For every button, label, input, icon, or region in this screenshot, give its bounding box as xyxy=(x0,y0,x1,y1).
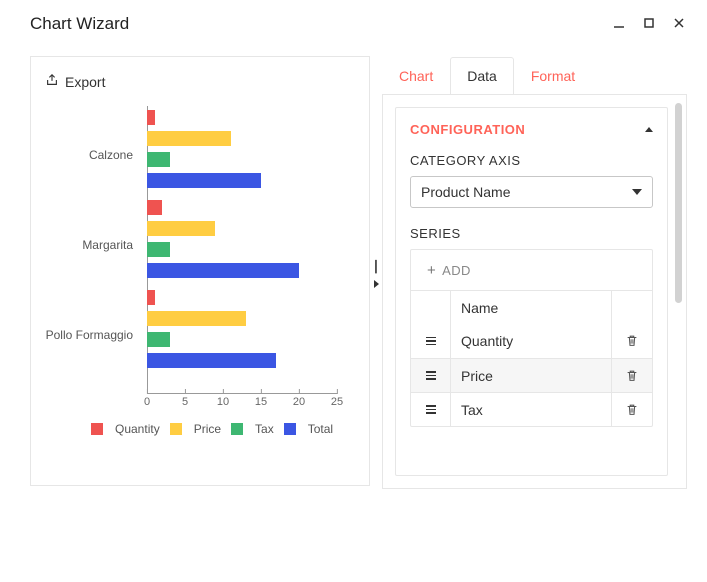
legend-swatch xyxy=(91,423,103,435)
add-series-button[interactable]: + ADD xyxy=(411,250,652,290)
delete-series-button[interactable] xyxy=(612,393,652,426)
axis-ticks: 0510152025 xyxy=(147,394,337,412)
bar xyxy=(147,242,170,257)
legend-swatch xyxy=(231,423,243,435)
axis-tick: 20 xyxy=(293,396,305,408)
maximize-button[interactable] xyxy=(641,16,657,33)
category-group: Margarita xyxy=(41,200,351,290)
trash-icon xyxy=(625,369,639,383)
export-icon xyxy=(45,73,59,90)
window-controls xyxy=(611,16,687,33)
bar xyxy=(147,311,246,326)
window-title: Chart Wizard xyxy=(30,14,129,34)
titlebar: Chart Wizard xyxy=(0,0,707,44)
bar xyxy=(147,152,170,167)
configuration-title: CONFIGURATION xyxy=(410,122,525,137)
category-axis-label: CATEGORY AXIS xyxy=(410,153,653,168)
axis-tick: 25 xyxy=(331,396,343,408)
legend-swatch xyxy=(170,423,182,435)
drag-icon xyxy=(426,405,436,414)
scrollbar[interactable] xyxy=(675,103,682,303)
category-label: Margarita xyxy=(41,238,141,252)
legend-label: Tax xyxy=(255,422,274,436)
bar-group xyxy=(147,200,351,284)
drag-handle[interactable] xyxy=(411,393,451,426)
legend-swatch xyxy=(284,423,296,435)
series-row[interactable]: Price xyxy=(411,358,652,392)
series-name: Tax xyxy=(451,393,612,426)
tabstrip: Chart Data Format xyxy=(382,56,687,94)
category-axis-value: Product Name xyxy=(421,184,510,200)
legend-label: Quantity xyxy=(115,422,160,436)
bar xyxy=(147,110,155,125)
category-group: Pollo Formaggio xyxy=(41,290,351,380)
chevron-down-icon xyxy=(632,189,642,195)
plus-icon: + xyxy=(427,262,436,279)
tab-format[interactable]: Format xyxy=(514,57,592,94)
export-button[interactable]: Export xyxy=(41,69,109,94)
axis-tick: 0 xyxy=(144,396,150,408)
legend-label: Price xyxy=(194,422,221,436)
collapse-icon xyxy=(645,127,653,132)
export-label: Export xyxy=(65,74,105,90)
close-button[interactable] xyxy=(671,16,687,33)
configuration-header[interactable]: CONFIGURATION xyxy=(410,122,653,137)
delete-series-button[interactable] xyxy=(612,324,652,358)
minimize-button[interactable] xyxy=(611,16,627,33)
category-label: Pollo Formaggio xyxy=(41,328,141,342)
category-axis-dropdown[interactable]: Product Name xyxy=(410,176,653,208)
category-label: Calzone xyxy=(41,148,141,162)
axis-tick: 5 xyxy=(182,396,188,408)
bar xyxy=(147,353,276,368)
category-group: Calzone xyxy=(41,110,351,200)
series-delete-header xyxy=(612,291,652,324)
bar xyxy=(147,173,261,188)
series-label: SERIES xyxy=(410,226,653,241)
series-name-header: Name xyxy=(451,291,612,324)
pane-splitter[interactable]: ❘ xyxy=(370,56,382,489)
series-name: Quantity xyxy=(451,324,612,358)
bar xyxy=(147,263,299,278)
drag-icon xyxy=(426,337,436,346)
series-grid-header: Name xyxy=(411,290,652,324)
chart-preview-pane: Export 0 5 10 15 20 25 Quantity Price Tax Total … xyxy=(30,56,370,486)
bar xyxy=(147,290,155,305)
axis-tick: 10 xyxy=(217,396,229,408)
bar-group xyxy=(147,110,351,194)
trash-icon xyxy=(625,334,639,348)
expand-right-icon xyxy=(374,280,379,288)
series-name: Price xyxy=(451,359,612,392)
trash-icon xyxy=(625,403,639,417)
chart-area: 0 5 10 15 20 25 Quantity Price Tax Total Calzone… xyxy=(41,106,351,436)
add-series-label: ADD xyxy=(442,263,471,278)
tab-data[interactable]: Data xyxy=(450,57,514,94)
drag-handle[interactable] xyxy=(411,359,451,392)
splitter-handle-icon: ❘ xyxy=(371,258,382,274)
series-grid: + ADD Name QuantityPriceTax xyxy=(410,249,653,427)
tab-chart[interactable]: Chart xyxy=(382,57,450,94)
drag-handle[interactable] xyxy=(411,324,451,358)
tab-content: CONFIGURATION CATEGORY AXIS Product Name… xyxy=(382,94,687,489)
delete-series-button[interactable] xyxy=(612,359,652,392)
bar xyxy=(147,221,215,236)
configuration-card: CONFIGURATION CATEGORY AXIS Product Name… xyxy=(395,107,668,476)
bar xyxy=(147,131,231,146)
axis-tick: 15 xyxy=(255,396,267,408)
chart-legend: Quantity Price Tax Total xyxy=(91,422,351,436)
bar xyxy=(147,332,170,347)
bar xyxy=(147,200,162,215)
config-pane: Chart Data Format CONFIGURATION CATEGORY… xyxy=(382,56,687,489)
series-handle-header xyxy=(411,291,451,324)
bar-group xyxy=(147,290,351,374)
drag-icon xyxy=(426,371,436,380)
series-row[interactable]: Tax xyxy=(411,392,652,426)
series-row[interactable]: Quantity xyxy=(411,324,652,358)
legend-label: Total xyxy=(308,422,333,436)
